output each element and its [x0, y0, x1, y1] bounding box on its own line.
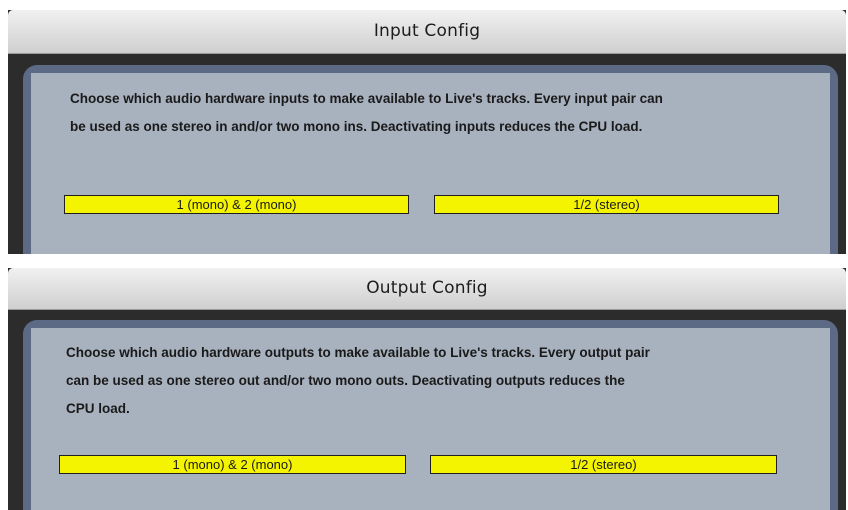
- output-stereo-pair-toggle[interactable]: 1/2 (stereo): [430, 455, 777, 474]
- output-message-line-2: can be used as one stereo out and/or two…: [66, 373, 625, 388]
- input-config-panel: Choose which audio hardware inputs to ma…: [31, 73, 830, 254]
- input-stereo-pair-toggle[interactable]: 1/2 (stereo): [434, 195, 779, 214]
- input-config-dialog: Input Config Choose which audio hardware…: [8, 10, 846, 254]
- input-message-line-1: Choose which audio hardware inputs to ma…: [70, 91, 663, 106]
- output-config-message: Choose which audio hardware outputs to m…: [66, 339, 826, 423]
- input-config-frame: Choose which audio hardware inputs to ma…: [23, 65, 838, 254]
- output-config-panel: Choose which audio hardware outputs to m…: [31, 328, 830, 510]
- output-config-title: Output Config: [8, 268, 846, 310]
- output-message-line-1: Choose which audio hardware outputs to m…: [66, 345, 650, 360]
- output-mono-pair-toggle[interactable]: 1 (mono) & 2 (mono): [59, 455, 406, 474]
- input-config-message: Choose which audio hardware inputs to ma…: [70, 85, 830, 141]
- input-mono-pair-toggle[interactable]: 1 (mono) & 2 (mono): [64, 195, 409, 214]
- input-config-title: Input Config: [8, 10, 846, 54]
- input-message-line-2: be used as one stereo in and/or two mono…: [70, 119, 643, 134]
- output-config-frame: Choose which audio hardware outputs to m…: [23, 320, 838, 510]
- output-message-line-3: CPU load.: [66, 401, 130, 416]
- output-config-dialog: Output Config Choose which audio hardwar…: [8, 268, 846, 510]
